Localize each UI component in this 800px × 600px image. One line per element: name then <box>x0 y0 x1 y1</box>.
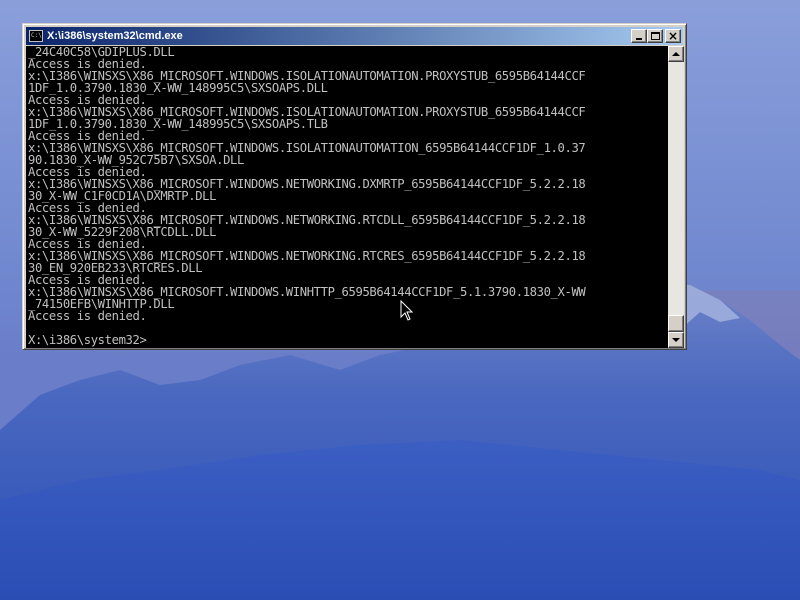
window-controls: × <box>631 29 681 43</box>
window-title: X:\i386\system32\cmd.exe <box>47 30 183 42</box>
command-prompt[interactable]: X:\i386\system32> <box>28 334 668 346</box>
scroll-up-button[interactable] <box>668 46 684 62</box>
arrow-down-icon <box>672 338 680 342</box>
vertical-scrollbar[interactable] <box>668 46 684 348</box>
scroll-down-button[interactable] <box>668 332 684 348</box>
window-titlebar[interactable]: C:\ X:\i386\system32\cmd.exe × <box>26 27 683 45</box>
arrow-up-icon <box>672 52 680 56</box>
console-output[interactable]: _24C40C58\GDIPLUS.DLL Access is denied. x:… <box>26 46 668 348</box>
close-button[interactable]: × <box>665 29 681 43</box>
cmd-window[interactable]: C:\ X:\i386\system32\cmd.exe × _24C40C58… <box>22 23 687 350</box>
console-text: _24C40C58\GDIPLUS.DLL Access is denied. x:… <box>26 46 668 346</box>
minimize-icon <box>636 38 642 40</box>
mouse-pointer-icon <box>400 300 414 321</box>
maximize-icon <box>651 32 660 40</box>
scrollbar-thumb[interactable] <box>668 315 684 332</box>
desktop: C:\ X:\i386\system32\cmd.exe × _24C40C58… <box>0 0 800 600</box>
console-line: Access is denied. <box>28 309 147 323</box>
minimize-button[interactable] <box>631 29 647 43</box>
maximize-button[interactable] <box>647 29 663 43</box>
console-icon[interactable]: C:\ <box>29 30 43 42</box>
close-icon: × <box>667 29 679 43</box>
